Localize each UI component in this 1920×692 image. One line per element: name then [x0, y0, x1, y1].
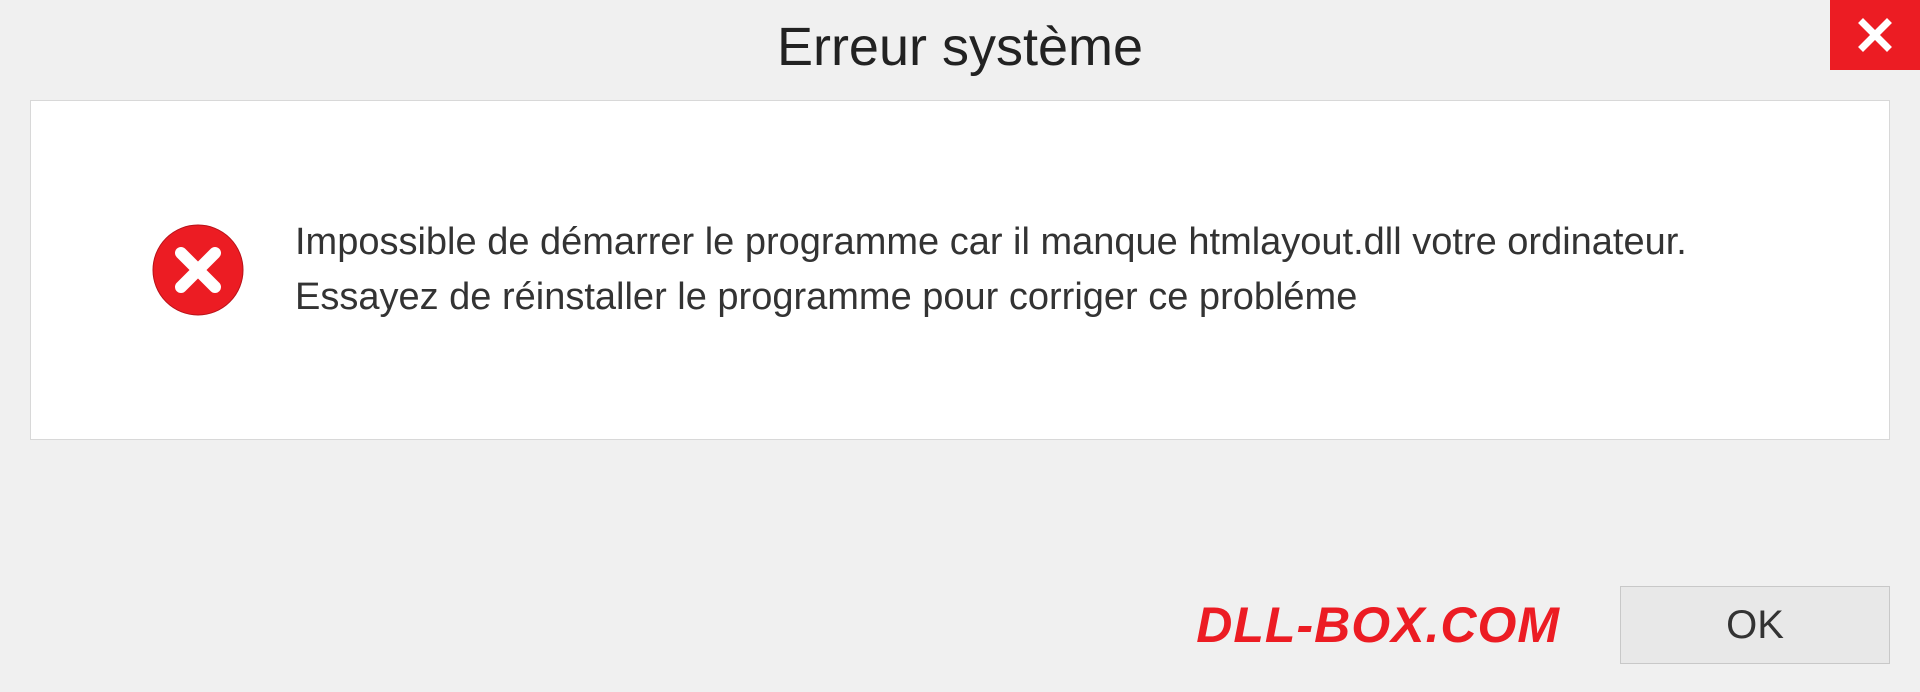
error-dialog: Erreur système Impossible de démarrer le…	[0, 0, 1920, 692]
title-bar: Erreur système	[0, 0, 1920, 100]
content-panel: Impossible de démarrer le programme car …	[30, 100, 1890, 440]
error-icon	[151, 223, 245, 317]
error-message: Impossible de démarrer le programme car …	[295, 215, 1829, 325]
ok-button[interactable]: OK	[1620, 586, 1890, 664]
dialog-footer: DLL-BOX.COM OK	[30, 586, 1890, 664]
watermark-text: DLL-BOX.COM	[1196, 596, 1560, 654]
close-icon	[1855, 15, 1895, 55]
close-button[interactable]	[1830, 0, 1920, 70]
dialog-title: Erreur système	[777, 16, 1143, 78]
